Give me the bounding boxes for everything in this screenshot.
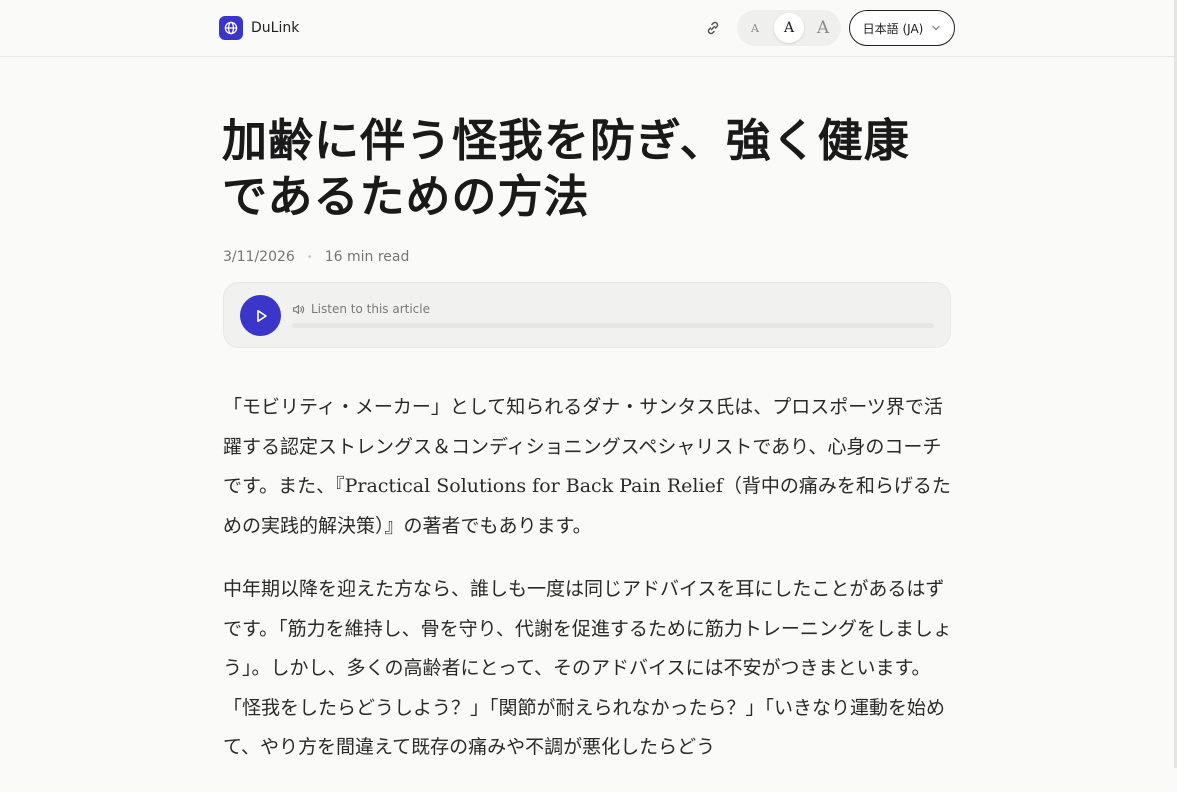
copy-link-button[interactable]	[702, 17, 724, 39]
read-time: 16 min read	[324, 249, 410, 265]
link-icon	[707, 21, 719, 35]
language-select[interactable]: 日本語 (JA)	[849, 10, 955, 46]
article-meta: 3/11/2026 • 16 min read	[223, 248, 409, 266]
font-size-small-button[interactable]: A	[740, 13, 770, 43]
font-size-medium-button[interactable]: A	[774, 13, 804, 43]
font-size-large-button[interactable]: A	[808, 13, 838, 43]
brand[interactable]: DuLink	[219, 16, 299, 40]
brand-name: DuLink	[251, 20, 300, 36]
publish-date: 3/11/2026	[223, 249, 295, 265]
audio-player: Listen to this article	[223, 282, 951, 348]
chevron-down-icon	[932, 25, 941, 31]
play-icon	[256, 309, 267, 322]
article-paragraph: 中年期以降を迎えた方なら、誰しも一度は同じアドバイスを耳にしたことがあるはずです…	[223, 578, 952, 758]
article-paragraph: 「モビリティ・メーカー」として知られるダナ・サンタス氏は、プロスポーツ界で活躍す…	[223, 396, 951, 537]
globe-icon	[219, 16, 243, 40]
listen-label-row: Listen to this article	[292, 302, 430, 316]
speaker-icon	[292, 304, 305, 314]
article-title: 加齢に伴う怪我を防ぎ、強く健康であるための方法	[222, 114, 910, 223]
listen-label: Listen to this article	[311, 302, 430, 316]
article-body: 「モビリティ・メーカー」として知られるダナ・サンタス氏は、プロスポーツ界で活躍す…	[223, 388, 955, 792]
play-button[interactable]	[240, 295, 281, 336]
font-size-switcher: A A A	[737, 10, 841, 46]
top-bar: DuLink A A A 日本語 (JA)	[0, 0, 1174, 57]
language-label: 日本語 (JA)	[862, 21, 924, 36]
audio-progress-bar[interactable]	[292, 323, 934, 328]
meta-separator: •	[306, 251, 313, 263]
